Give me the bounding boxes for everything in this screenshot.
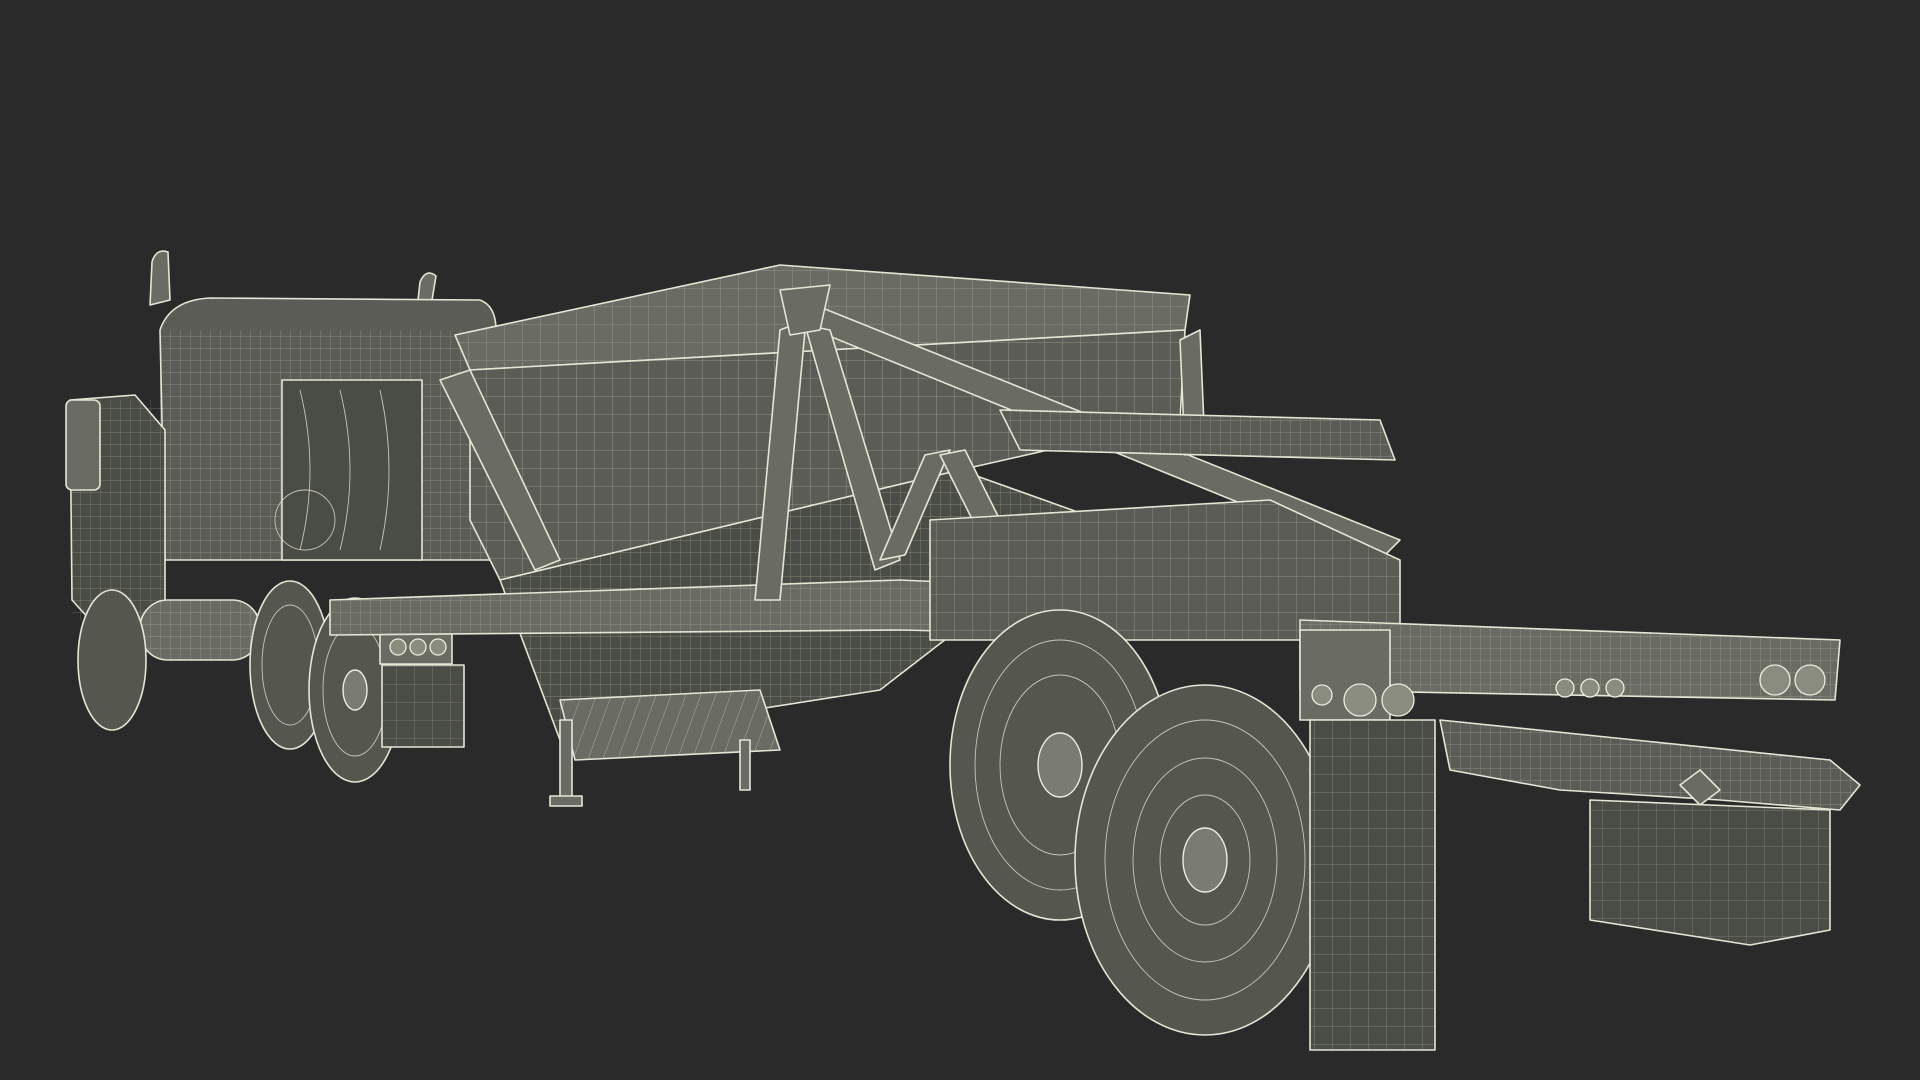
render-viewport [0,0,1920,1080]
wireframe-bottom-dump-trailer-with-truck-icon [65,250,1861,1051]
